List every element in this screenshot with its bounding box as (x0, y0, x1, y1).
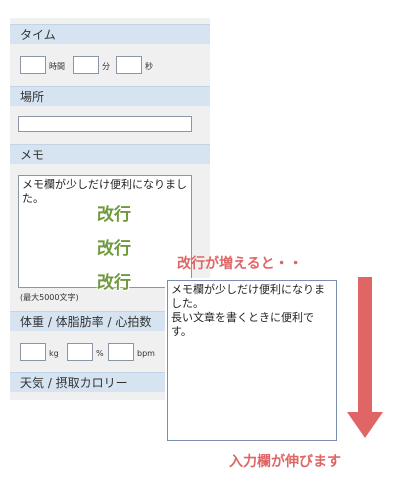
place-input[interactable] (18, 116, 192, 132)
heart-rate-input[interactable] (108, 343, 134, 361)
hours-input[interactable] (20, 56, 46, 74)
weight-input[interactable] (20, 343, 46, 361)
weight-unit-label: kg (49, 349, 59, 358)
down-arrow-icon (347, 412, 383, 438)
body-fat-input[interactable] (67, 343, 93, 361)
down-arrow-shaft (358, 277, 372, 414)
stretches-caption: 入力欄が伸びます (229, 454, 341, 470)
hours-unit-label: 時間 (49, 62, 65, 71)
heart-rate-unit-label: bpm (137, 349, 155, 358)
section-header-memo: メモ (10, 144, 210, 164)
minutes-unit-label: 分 (102, 62, 110, 71)
section-header-place: 場所 (10, 86, 210, 106)
seconds-unit-label: 秒 (145, 62, 153, 71)
seconds-input[interactable] (116, 56, 142, 74)
grows-caption: 改行が増えると・・ (177, 256, 303, 272)
newline-annotation-1: 改行 (97, 205, 131, 225)
minutes-input[interactable] (73, 56, 99, 74)
body-fat-unit-label: % (96, 349, 104, 358)
expanded-memo-text: メモ欄が少しだけ便利になりました。 長い文章を書くときに便利です。 (171, 283, 325, 338)
newline-annotation-2: 改行 (97, 239, 131, 259)
section-header-time: タイム (10, 24, 210, 44)
expanded-memo-textarea[interactable]: メモ欄が少しだけ便利になりました。 長い文章を書くときに便利です。 (167, 280, 337, 441)
memo-max-note: (最大5000文字) (20, 293, 79, 302)
newline-annotation-3: 改行 (97, 273, 131, 293)
